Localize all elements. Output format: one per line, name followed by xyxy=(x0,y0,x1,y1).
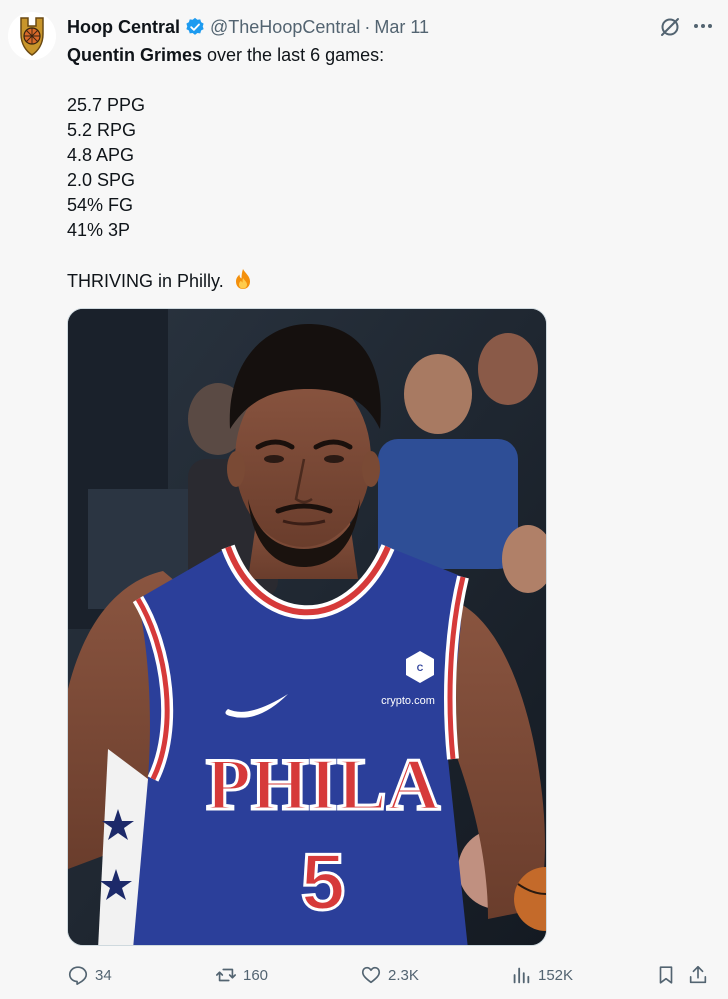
heart-icon xyxy=(361,966,381,984)
tweet-header: Hoop Central @TheHoopCentral · Mar 11 xyxy=(67,15,429,39)
retweet-icon xyxy=(216,968,236,982)
lead-rest: over the last 6 games: xyxy=(202,45,385,65)
analytics-icon xyxy=(513,967,530,984)
separator-dot: · xyxy=(364,16,371,37)
share-icon xyxy=(689,965,707,984)
share-button[interactable] xyxy=(687,962,715,988)
grok-icon xyxy=(661,18,679,36)
stat-line: 4.8 APG xyxy=(67,145,135,165)
tweet-text: Quentin Grimes over the last 6 games: 25… xyxy=(67,43,627,293)
jersey-number: 5 xyxy=(301,837,346,926)
closing-text: THRIVING in Philly. xyxy=(67,271,224,291)
sponsor-text: crypto.com xyxy=(381,695,435,707)
bookmark-icon xyxy=(659,966,673,984)
player-name: Quentin Grimes xyxy=(67,45,203,65)
tweet-actions: 34 160 2.3K 152K xyxy=(67,962,717,988)
stat-line: 2.0 SPG xyxy=(67,170,136,190)
reply-button[interactable]: 34 xyxy=(67,962,112,988)
bookmark-button[interactable] xyxy=(655,962,683,988)
more-dot-icon xyxy=(701,24,705,28)
tweet-date[interactable]: Mar 11 xyxy=(374,17,429,38)
views-button[interactable]: 152K xyxy=(510,962,573,988)
verified-badge-icon xyxy=(186,17,204,35)
tweet-photo[interactable]: C crypto.com PHILA 5 xyxy=(67,308,547,946)
stat-line: 5.2 RPG xyxy=(67,120,137,140)
grok-button[interactable] xyxy=(658,15,682,39)
reply-icon xyxy=(68,966,88,985)
closing-line: THRIVING in Philly. xyxy=(67,268,627,293)
retweet-button[interactable]: 160 xyxy=(215,962,268,988)
stat-line: 41% 3P xyxy=(67,220,131,240)
tweet-lead-line: Quentin Grimes over the last 6 games: xyxy=(67,43,627,68)
author-handle[interactable]: @TheHoopCentral xyxy=(210,17,360,38)
like-count: 2.3K xyxy=(388,966,419,984)
player-photo-image: C crypto.com PHILA 5 xyxy=(68,309,546,945)
jersey-wordmark: PHILA xyxy=(206,744,440,826)
like-button[interactable]: 2.3K xyxy=(360,962,419,988)
more-dot-icon xyxy=(694,24,698,28)
svg-text:C: C xyxy=(417,663,424,673)
reply-count: 34 xyxy=(95,966,112,984)
hoop-central-logo-icon xyxy=(8,12,56,60)
retweet-count: 160 xyxy=(243,966,269,984)
stat-line: 25.7 PPG xyxy=(67,95,146,115)
stat-line: 54% FG xyxy=(67,195,134,215)
more-options-button[interactable] xyxy=(690,14,716,38)
fire-emoji-icon xyxy=(235,269,250,289)
more-dot-icon xyxy=(708,24,712,28)
views-count: 152K xyxy=(538,966,574,984)
author-display-name[interactable]: Hoop Central xyxy=(67,17,180,38)
tweet-card: Hoop Central @TheHoopCentral · Mar 11 Qu… xyxy=(0,0,728,999)
avatar[interactable] xyxy=(8,12,56,60)
